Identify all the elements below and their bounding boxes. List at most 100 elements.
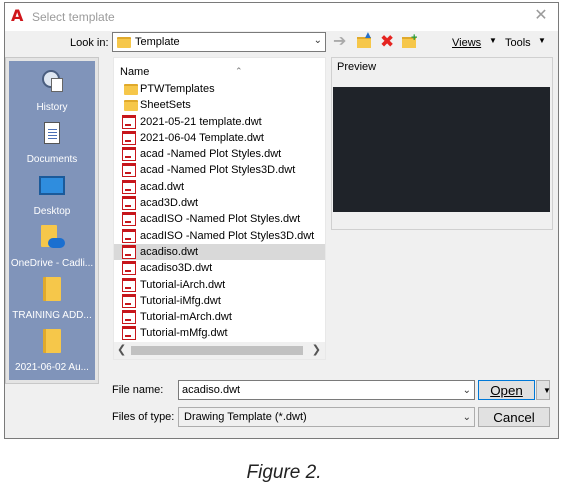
dwt-file-icon: [122, 310, 136, 325]
file-row[interactable]: acadiso3D.dwt: [114, 260, 325, 276]
dwt-file-icon: [122, 179, 136, 194]
views-dropdown-icon[interactable]: ▼: [489, 36, 497, 45]
file-row[interactable]: acadISO -Named Plot Styles.dwt: [114, 211, 325, 227]
cancel-button[interactable]: Cancel: [478, 407, 550, 427]
file-row[interactable]: 2021-05-21 template.dwt: [114, 114, 325, 130]
file-row[interactable]: Tutorial-mMfg.dwt: [114, 325, 325, 341]
file-name: acadISO -Named Plot Styles3D.dwt: [140, 229, 315, 242]
up-one-level-icon[interactable]: ▲: [357, 31, 375, 51]
folder-row[interactable]: PTWTemplates: [114, 81, 325, 97]
chevron-down-icon[interactable]: ⌄: [463, 382, 471, 400]
look-in-value: Template: [135, 36, 180, 48]
dwt-file-icon: [122, 326, 136, 341]
look-in-combo[interactable]: Template ⌄: [112, 32, 326, 52]
views-menu-button[interactable]: Views: [452, 37, 481, 49]
file-name-value: acadiso.dwt: [182, 384, 241, 396]
folder-row[interactable]: SheetSets: [114, 97, 325, 113]
file-name: Tutorial-mMfg.dwt: [140, 327, 228, 340]
files-of-type-label: Files of type:: [112, 411, 175, 423]
desktop-icon: [39, 173, 65, 199]
file-list[interactable]: Name ⌃ PTWTemplates SheetSets 2021-05-21 t…: [113, 57, 326, 360]
folder-icon: [124, 84, 138, 95]
tools-dropdown-icon[interactable]: ▼: [538, 36, 546, 45]
file-row[interactable]: acad3D.dwt: [114, 195, 325, 211]
dwt-file-icon: [122, 212, 136, 227]
open-button[interactable]: Open: [478, 380, 535, 400]
files-of-type-value: Drawing Template (*.dwt): [184, 411, 307, 423]
file-name: Tutorial-iArch.dwt: [140, 278, 226, 291]
preview-label: Preview: [336, 61, 378, 73]
file-name: SheetSets: [140, 99, 191, 112]
folder-icon: [39, 277, 65, 303]
dwt-file-icon: [122, 196, 136, 211]
name-column-header[interactable]: Name ⌃: [120, 66, 243, 78]
file-row[interactable]: acad -Named Plot Styles.dwt: [114, 146, 325, 162]
place-2021-06-02[interactable]: 2021-06-02 Au...: [9, 329, 95, 373]
window-title: Select template: [32, 10, 115, 24]
place-label: Documents: [26, 154, 78, 165]
dwt-file-icon: [122, 244, 136, 259]
chevron-down-icon[interactable]: ⌄: [463, 409, 471, 427]
place-onedrive[interactable]: OneDrive - Cadli...: [9, 225, 95, 269]
place-label: OneDrive - Cadli...: [10, 258, 94, 269]
file-name: acad3D.dwt: [140, 197, 199, 210]
place-desktop[interactable]: Desktop: [9, 173, 95, 217]
place-label: 2021-06-02 Au...: [15, 362, 89, 373]
tools-menu-button[interactable]: Tools: [505, 37, 531, 49]
file-name: acad -Named Plot Styles.dwt: [140, 148, 282, 161]
file-row[interactable]: 2021-06-04 Template.dwt: [114, 130, 325, 146]
place-label: History: [36, 102, 68, 113]
place-label: Desktop: [33, 206, 71, 217]
file-row[interactable]: acad.dwt: [114, 179, 325, 195]
scrollbar-thumb[interactable]: [131, 346, 303, 355]
file-row[interactable]: Tutorial-mArch.dwt: [114, 309, 325, 325]
dwt-file-icon: [122, 261, 136, 276]
folder-icon: [124, 100, 138, 112]
delete-icon[interactable]: ✖: [380, 33, 394, 51]
place-history[interactable]: History: [9, 69, 95, 113]
create-folder-icon[interactable]: +: [402, 33, 420, 51]
places-sidebar: History Documents Desktop OneDrive - Cad…: [5, 57, 99, 384]
file-name: acadiso3D.dwt: [140, 262, 213, 275]
file-row[interactable]: acadiso.dwt: [114, 243, 325, 261]
file-name: 2021-05-21 template.dwt: [140, 115, 262, 128]
dwt-file-icon: [122, 114, 136, 129]
file-row[interactable]: Tutorial-iArch.dwt: [114, 277, 325, 293]
open-options-dropdown[interactable]: ▼: [536, 380, 551, 400]
place-documents[interactable]: Documents: [9, 121, 95, 165]
files-of-type-select[interactable]: Drawing Template (*.dwt) ⌄: [178, 407, 475, 427]
file-row[interactable]: acad -Named Plot Styles3D.dwt: [114, 162, 325, 178]
dwt-file-icon: [122, 163, 136, 178]
file-rows: PTWTemplates SheetSets 2021-05-21 template…: [114, 81, 325, 342]
file-name-label: File name:: [112, 384, 164, 396]
autocad-app-icon: A: [11, 6, 24, 25]
preview-image: [333, 87, 550, 212]
file-name: acad.dwt: [140, 180, 185, 193]
file-name: Tutorial-mArch.dwt: [140, 311, 232, 324]
dwt-file-icon: [122, 293, 136, 308]
dwt-file-icon: [122, 277, 136, 292]
scroll-left-icon[interactable]: ❮: [117, 343, 126, 356]
horizontal-scrollbar[interactable]: ❮ ❯: [114, 342, 325, 359]
dwt-file-icon: [122, 130, 136, 145]
sort-ascending-icon: ⌃: [235, 66, 243, 76]
file-name-input[interactable]: acadiso.dwt ⌄: [178, 380, 475, 400]
file-row[interactable]: Tutorial-iMfg.dwt: [114, 293, 325, 309]
scroll-right-icon[interactable]: ❯: [312, 343, 321, 356]
back-icon[interactable]: ➔: [333, 33, 346, 51]
documents-icon: [39, 121, 65, 147]
figure-caption: Figure 2.: [246, 462, 322, 483]
dwt-file-icon: [122, 228, 136, 243]
folder-icon: [117, 37, 131, 48]
place-training[interactable]: TRAINING ADD...: [9, 277, 95, 321]
file-row[interactable]: acadISO -Named Plot Styles3D.dwt: [114, 228, 325, 244]
file-name: acadISO -Named Plot Styles.dwt: [140, 213, 301, 226]
file-name: acad -Named Plot Styles3D.dwt: [140, 164, 296, 177]
close-icon[interactable]: ✕: [532, 7, 550, 25]
place-label: TRAINING ADD...: [12, 310, 92, 321]
dwt-file-icon: [122, 147, 136, 162]
folder-icon: [39, 329, 65, 355]
chevron-down-icon[interactable]: ⌄: [314, 35, 322, 46]
look-in-label: Look in:: [70, 37, 109, 49]
history-icon: [39, 69, 65, 95]
